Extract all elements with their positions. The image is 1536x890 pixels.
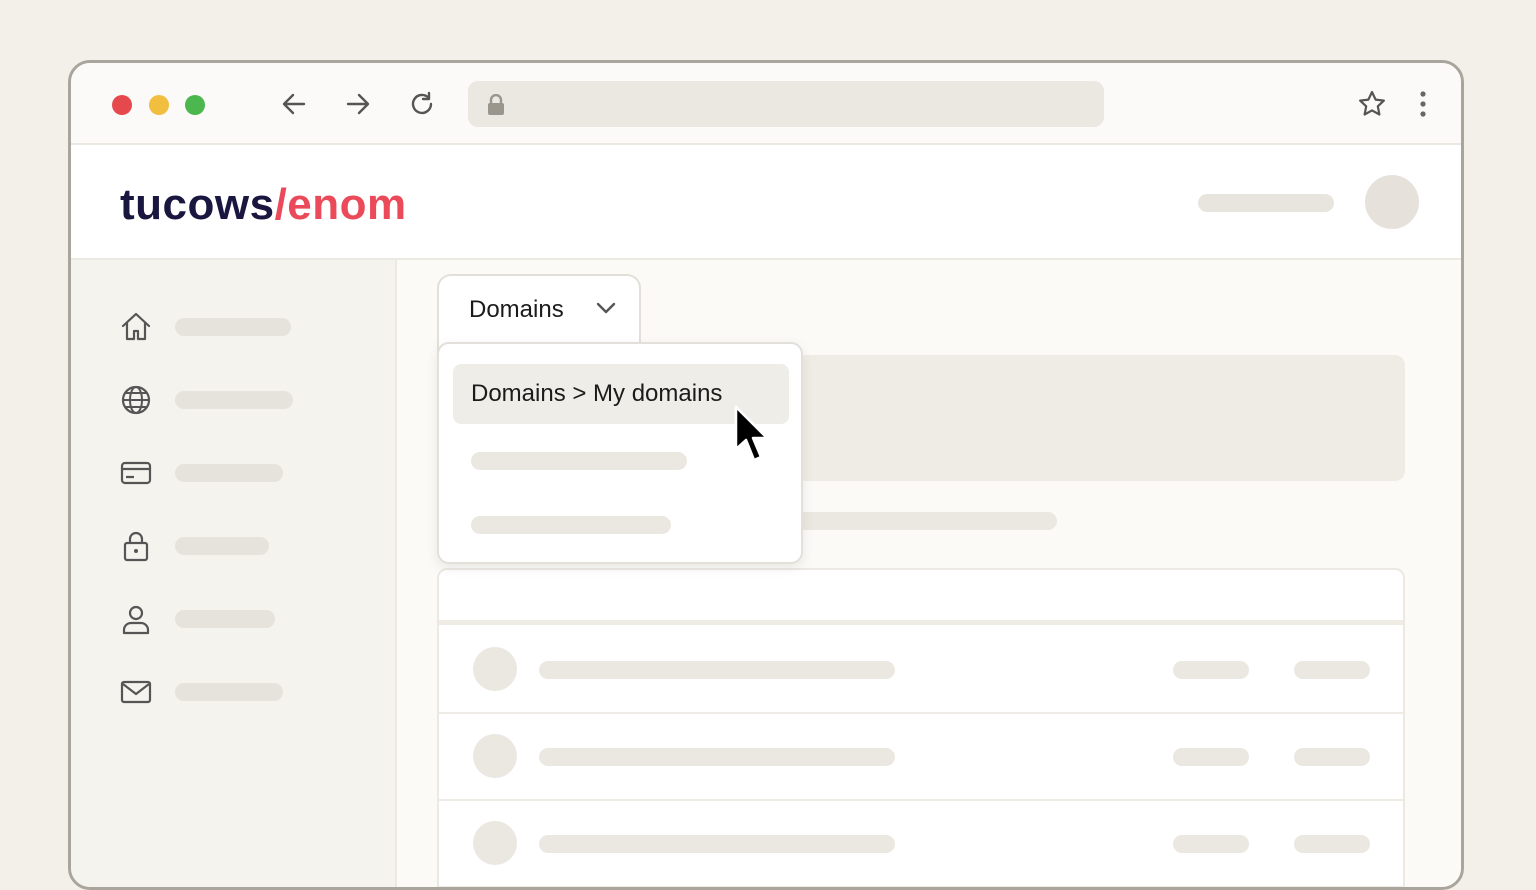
row-avatar-placeholder bbox=[473, 821, 517, 865]
row-text-placeholder bbox=[539, 748, 895, 766]
forward-arrow-icon[interactable] bbox=[343, 89, 373, 119]
menu-item-label: Domains > My domains bbox=[471, 380, 723, 407]
chevron-down-icon bbox=[595, 300, 617, 321]
mail-icon bbox=[120, 680, 152, 704]
row-text-placeholder bbox=[539, 835, 895, 853]
sidebar-item-home[interactable] bbox=[119, 308, 359, 344]
account-name-placeholder bbox=[1198, 194, 1334, 212]
table-header bbox=[439, 570, 1403, 625]
globe-icon bbox=[121, 385, 151, 415]
sidebar-label-placeholder bbox=[175, 391, 293, 409]
logo-text-enom: /enom bbox=[274, 180, 407, 229]
domains-menu-label: Domains bbox=[469, 296, 564, 323]
reload-icon[interactable] bbox=[407, 89, 437, 119]
sidebar-label-placeholder bbox=[175, 683, 283, 701]
row-text-placeholder bbox=[1294, 835, 1370, 853]
browser-window: tucows/enom Domains Domains > My domains bbox=[68, 60, 1464, 890]
menu-item-text-placeholder bbox=[471, 452, 687, 470]
table-row[interactable] bbox=[439, 712, 1403, 801]
user-icon bbox=[122, 605, 150, 635]
maximize-window-button[interactable] bbox=[185, 95, 205, 115]
sidebar-label-placeholder bbox=[175, 610, 275, 628]
lock-icon bbox=[123, 531, 149, 562]
menu-item-text-placeholder bbox=[471, 516, 671, 534]
browser-toolbar bbox=[71, 63, 1461, 145]
home-icon bbox=[121, 312, 151, 341]
close-window-button[interactable] bbox=[112, 95, 132, 115]
row-text-placeholder bbox=[1173, 661, 1249, 679]
table-row[interactable] bbox=[439, 625, 1403, 714]
menu-item-placeholder[interactable] bbox=[453, 496, 789, 556]
content-text-placeholder bbox=[797, 512, 1057, 530]
sidebar bbox=[71, 260, 397, 887]
domains-table bbox=[437, 568, 1405, 887]
sidebar-item-domains[interactable] bbox=[119, 381, 359, 417]
main-content: Domains Domains > My domains bbox=[397, 260, 1461, 887]
sidebar-item-security[interactable] bbox=[119, 527, 359, 563]
star-icon[interactable] bbox=[1357, 89, 1387, 124]
sidebar-label-placeholder bbox=[175, 318, 291, 336]
avatar[interactable] bbox=[1365, 175, 1419, 229]
row-text-placeholder bbox=[1173, 835, 1249, 853]
sidebar-item-billing[interactable] bbox=[119, 454, 359, 490]
kebab-menu-icon[interactable] bbox=[1417, 89, 1429, 124]
sidebar-label-placeholder bbox=[175, 464, 283, 482]
content-banner-placeholder bbox=[797, 355, 1405, 481]
row-text-placeholder bbox=[1173, 748, 1249, 766]
mouse-pointer-icon bbox=[734, 405, 769, 462]
back-arrow-icon[interactable] bbox=[279, 89, 309, 119]
lock-icon bbox=[486, 93, 506, 121]
row-avatar-placeholder bbox=[473, 647, 517, 691]
tucows-enom-logo[interactable]: tucows/enom bbox=[120, 175, 407, 235]
sidebar-item-account[interactable] bbox=[119, 600, 359, 636]
minimize-window-button[interactable] bbox=[149, 95, 169, 115]
row-text-placeholder bbox=[1294, 661, 1370, 679]
row-text-placeholder bbox=[539, 661, 895, 679]
sidebar-label-placeholder bbox=[175, 537, 269, 555]
row-avatar-placeholder bbox=[473, 734, 517, 778]
site-header: tucows/enom bbox=[71, 145, 1461, 260]
credit-card-icon bbox=[120, 461, 152, 485]
row-text-placeholder bbox=[1294, 748, 1370, 766]
address-bar[interactable] bbox=[468, 81, 1104, 127]
table-row[interactable] bbox=[439, 799, 1403, 887]
sidebar-item-messages[interactable] bbox=[119, 673, 359, 709]
logo-text-tucows: tucows bbox=[120, 180, 275, 229]
